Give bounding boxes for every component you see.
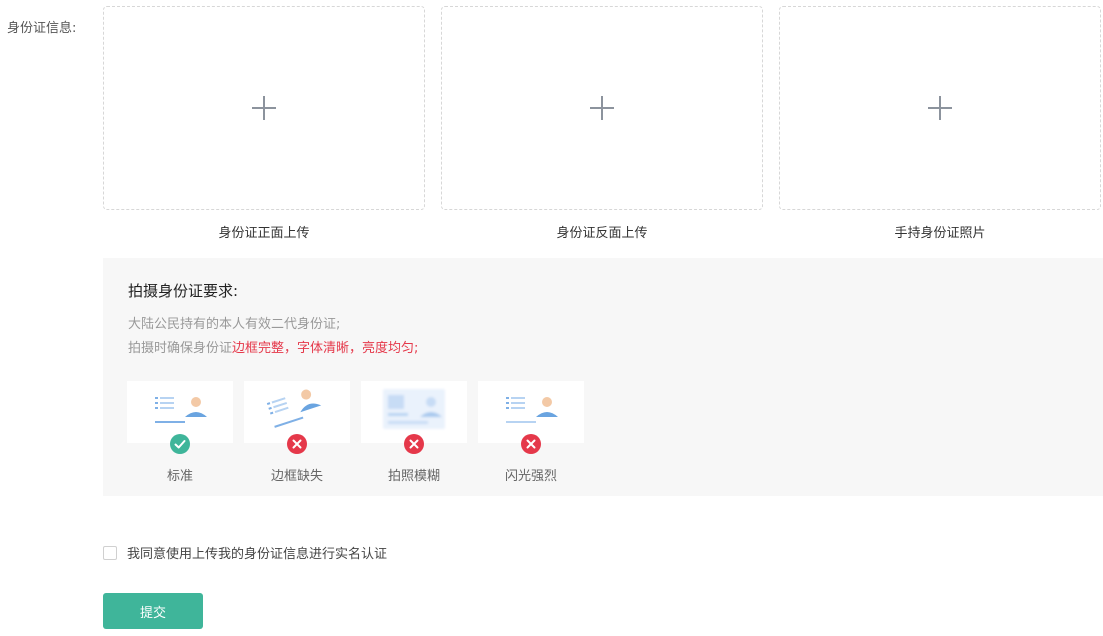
requirement-line-2-highlight: 边框完整，字体清晰，亮度均匀; [232,341,419,356]
plus-icon [252,96,276,120]
sample-label-strong-flash: 闪光强烈 [504,469,557,484]
submit-button[interactable]: 提交 [103,593,203,629]
upload-front-caption: 身份证正面上传 [218,226,310,241]
upload-front-box[interactable] [103,6,425,210]
plus-icon [928,96,952,120]
cross-icon [287,434,307,454]
requirement-line-1: 大陆公民持有的本人有效二代身份证; [128,317,341,332]
requirement-line-2: 拍摄时确保身份证边框完整，字体清晰，亮度均匀; [128,337,418,356]
upload-handheld-caption: 手持身份证照片 [894,226,986,241]
sample-label-blurry: 拍照模糊 [387,469,440,484]
sample-label-standard: 标准 [166,469,193,484]
sample-border-missing-image [244,381,350,454]
check-icon [170,434,190,454]
cross-icon [404,434,424,454]
upload-back-caption: 身份证反面上传 [556,226,648,241]
cross-icon [521,434,541,454]
sample-strong-flash-image [478,381,584,454]
sample-blurry-image [361,381,467,454]
requirements-title: 拍摄身份证要求: [128,282,239,300]
requirement-line-2-prefix: 拍摄时确保身份证 [128,341,233,356]
id-info-label: 身份证信息: [7,21,77,36]
agreement-checkbox[interactable] [103,545,117,560]
upload-back-box[interactable] [441,6,763,210]
upload-handheld-box[interactable] [779,6,1101,210]
requirements-panel: 拍摄身份证要求: 大陆公民持有的本人有效二代身份证; 拍摄时确保身份证边框完整，… [103,258,1103,496]
agreement-text: 我同意使用上传我的身份证信息进行实名认证 [127,547,388,562]
sample-label-border-missing: 边框缺失 [270,469,323,484]
sample-standard-image [127,381,233,454]
agreement-row[interactable]: 我同意使用上传我的身份证信息进行实名认证 [103,543,387,562]
plus-icon [590,96,614,120]
